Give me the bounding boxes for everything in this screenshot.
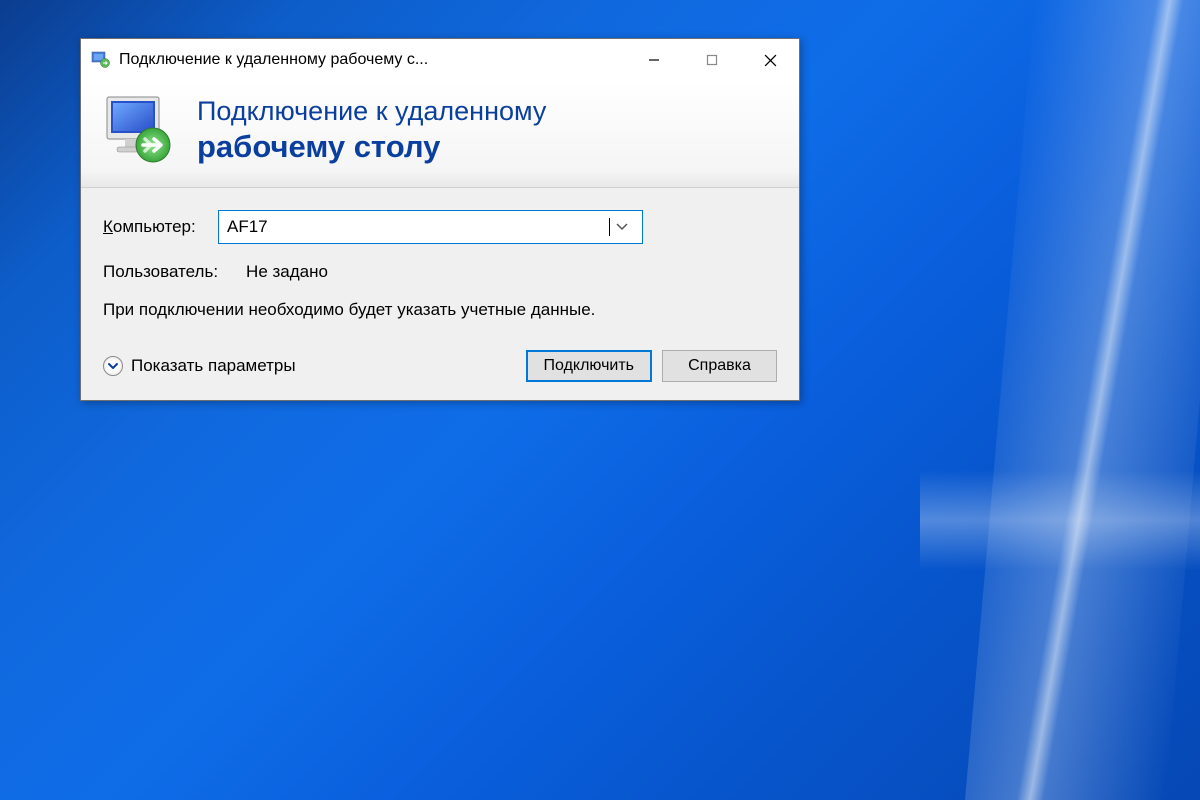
button-group: Подключить Справка <box>526 350 777 382</box>
user-label: Пользователь: <box>103 262 218 282</box>
titlebar[interactable]: Подключение к удаленному рабочему с... <box>81 39 799 81</box>
user-value: Не задано <box>246 262 328 282</box>
bottom-row: Показать параметры Подключить Справка <box>103 350 777 382</box>
window-title: Подключение к удаленному рабочему с... <box>119 51 625 69</box>
rdp-titlebar-icon <box>91 50 111 70</box>
user-row: Пользователь: Не задано <box>103 262 777 282</box>
computer-input[interactable] <box>227 217 608 237</box>
expand-down-icon <box>103 356 123 376</box>
header-text: Подключение к удаленному рабочему столу <box>197 95 546 165</box>
show-options-link[interactable]: Показать параметры <box>103 356 296 376</box>
help-button[interactable]: Справка <box>662 350 777 382</box>
desktop-light-horizontal <box>920 470 1200 570</box>
computer-combobox[interactable] <box>218 210 643 244</box>
maximize-button[interactable] <box>683 39 741 81</box>
header-line2: рабочему столу <box>197 128 546 165</box>
connect-button[interactable]: Подключить <box>526 350 652 382</box>
computer-label: Компьютер: <box>103 217 208 237</box>
show-options-label: Показать параметры <box>131 356 296 376</box>
rdp-dialog: Подключение к удаленному рабочему с... <box>80 38 800 401</box>
header-line1: Подключение к удаленному <box>197 95 546 127</box>
minimize-button[interactable] <box>625 39 683 81</box>
desktop-light-beam <box>965 0 1200 800</box>
rdp-header-icon <box>101 91 179 169</box>
window-controls <box>625 39 799 81</box>
chevron-down-icon[interactable] <box>610 223 634 231</box>
header-banner: Подключение к удаленному рабочему столу <box>81 81 799 188</box>
computer-row: Компьютер: <box>103 210 777 244</box>
body-panel: Компьютер: Пользователь: Не задано При п… <box>81 188 799 400</box>
info-text: При подключении необходимо будет указать… <box>103 298 777 322</box>
close-button[interactable] <box>741 39 799 81</box>
